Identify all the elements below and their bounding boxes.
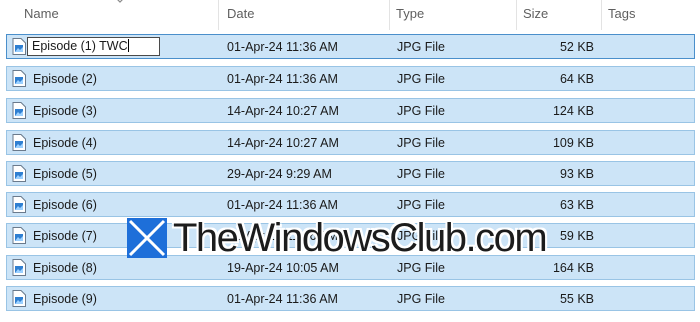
file-type: JPG File [397, 136, 445, 150]
file-name: Episode (7) [33, 229, 97, 243]
rename-input-value: Episode (1) TWC [32, 39, 128, 53]
file-type: JPG File [397, 261, 445, 275]
file-size: 52 KB [559, 40, 594, 54]
file-type: JPG File [397, 104, 445, 118]
text-cursor [127, 39, 129, 52]
file-name: Episode (2) [33, 72, 97, 86]
file-row[interactable]: Episode (3) 14-Apr-24 10:27 AM JPG File … [6, 98, 695, 123]
file-date: 01-Apr-24 11:36 AM [227, 198, 338, 212]
file-name: Episode (4) [33, 136, 97, 150]
file-date: 19-Apr-24 10:05 AM [227, 261, 339, 275]
file-row[interactable]: Episode (1) TWC 01-Apr-24 11:36 AM JPG F… [6, 34, 695, 59]
file-size: 124 KB [552, 104, 594, 118]
jpg-file-icon [12, 196, 26, 213]
file-name: Episode (9) [33, 292, 97, 306]
file-date: 01-Apr-24 11:36 AM [227, 292, 338, 306]
file-date: 14-Apr-24 10:27 AM [227, 104, 339, 118]
jpg-file-icon [12, 227, 26, 244]
jpg-file-icon [12, 259, 26, 276]
rename-input[interactable]: Episode (1) TWC [27, 37, 160, 56]
file-row[interactable]: Episode (4) 14-Apr-24 10:27 AM JPG File … [6, 130, 695, 155]
file-type: JPG File [397, 167, 445, 181]
file-name: Episode (3) [33, 104, 97, 118]
jpg-file-icon [12, 102, 26, 119]
file-size: 59 KB [559, 229, 594, 243]
file-size: 64 KB [559, 72, 594, 86]
file-size: 109 KB [552, 136, 594, 150]
file-size: 164 KB [552, 261, 594, 275]
file-type: JPG File [397, 40, 445, 54]
jpg-file-icon [12, 70, 26, 87]
file-name: Episode (6) [33, 198, 97, 212]
file-row[interactable]: Episode (5) 29-Apr-24 9:29 AM JPG File 9… [6, 161, 695, 186]
watermark-text: TheWindowsClub.com [173, 216, 548, 260]
file-size: 93 KB [559, 167, 594, 181]
file-row[interactable]: Episode (2) 01-Apr-24 11:36 AM JPG File … [6, 66, 695, 91]
jpg-file-icon [12, 134, 26, 151]
jpg-file-icon [12, 165, 26, 182]
file-size: 55 KB [559, 292, 594, 306]
file-type: JPG File [397, 292, 445, 306]
file-row[interactable]: Episode (9) 01-Apr-24 11:36 AM JPG File … [6, 286, 695, 311]
file-date: 14-Apr-24 10:27 AM [227, 136, 339, 150]
file-name: Episode (5) [33, 167, 97, 181]
jpg-file-icon [12, 38, 26, 55]
file-type: JPG File [397, 198, 445, 212]
jpg-file-icon [12, 290, 26, 307]
file-type: JPG File [397, 72, 445, 86]
file-date: 01-Apr-24 11:36 AM [227, 72, 338, 86]
windowsclub-logo-icon [127, 218, 167, 258]
watermark: TheWindowsClub.com [127, 213, 548, 263]
file-date: 29-Apr-24 9:29 AM [227, 167, 332, 181]
file-date: 01-Apr-24 11:36 AM [227, 40, 338, 54]
file-name: Episode (8) [33, 261, 97, 275]
file-list: Episode (1) TWC 01-Apr-24 11:36 AM JPG F… [0, 0, 700, 322]
file-size: 63 KB [559, 198, 594, 212]
